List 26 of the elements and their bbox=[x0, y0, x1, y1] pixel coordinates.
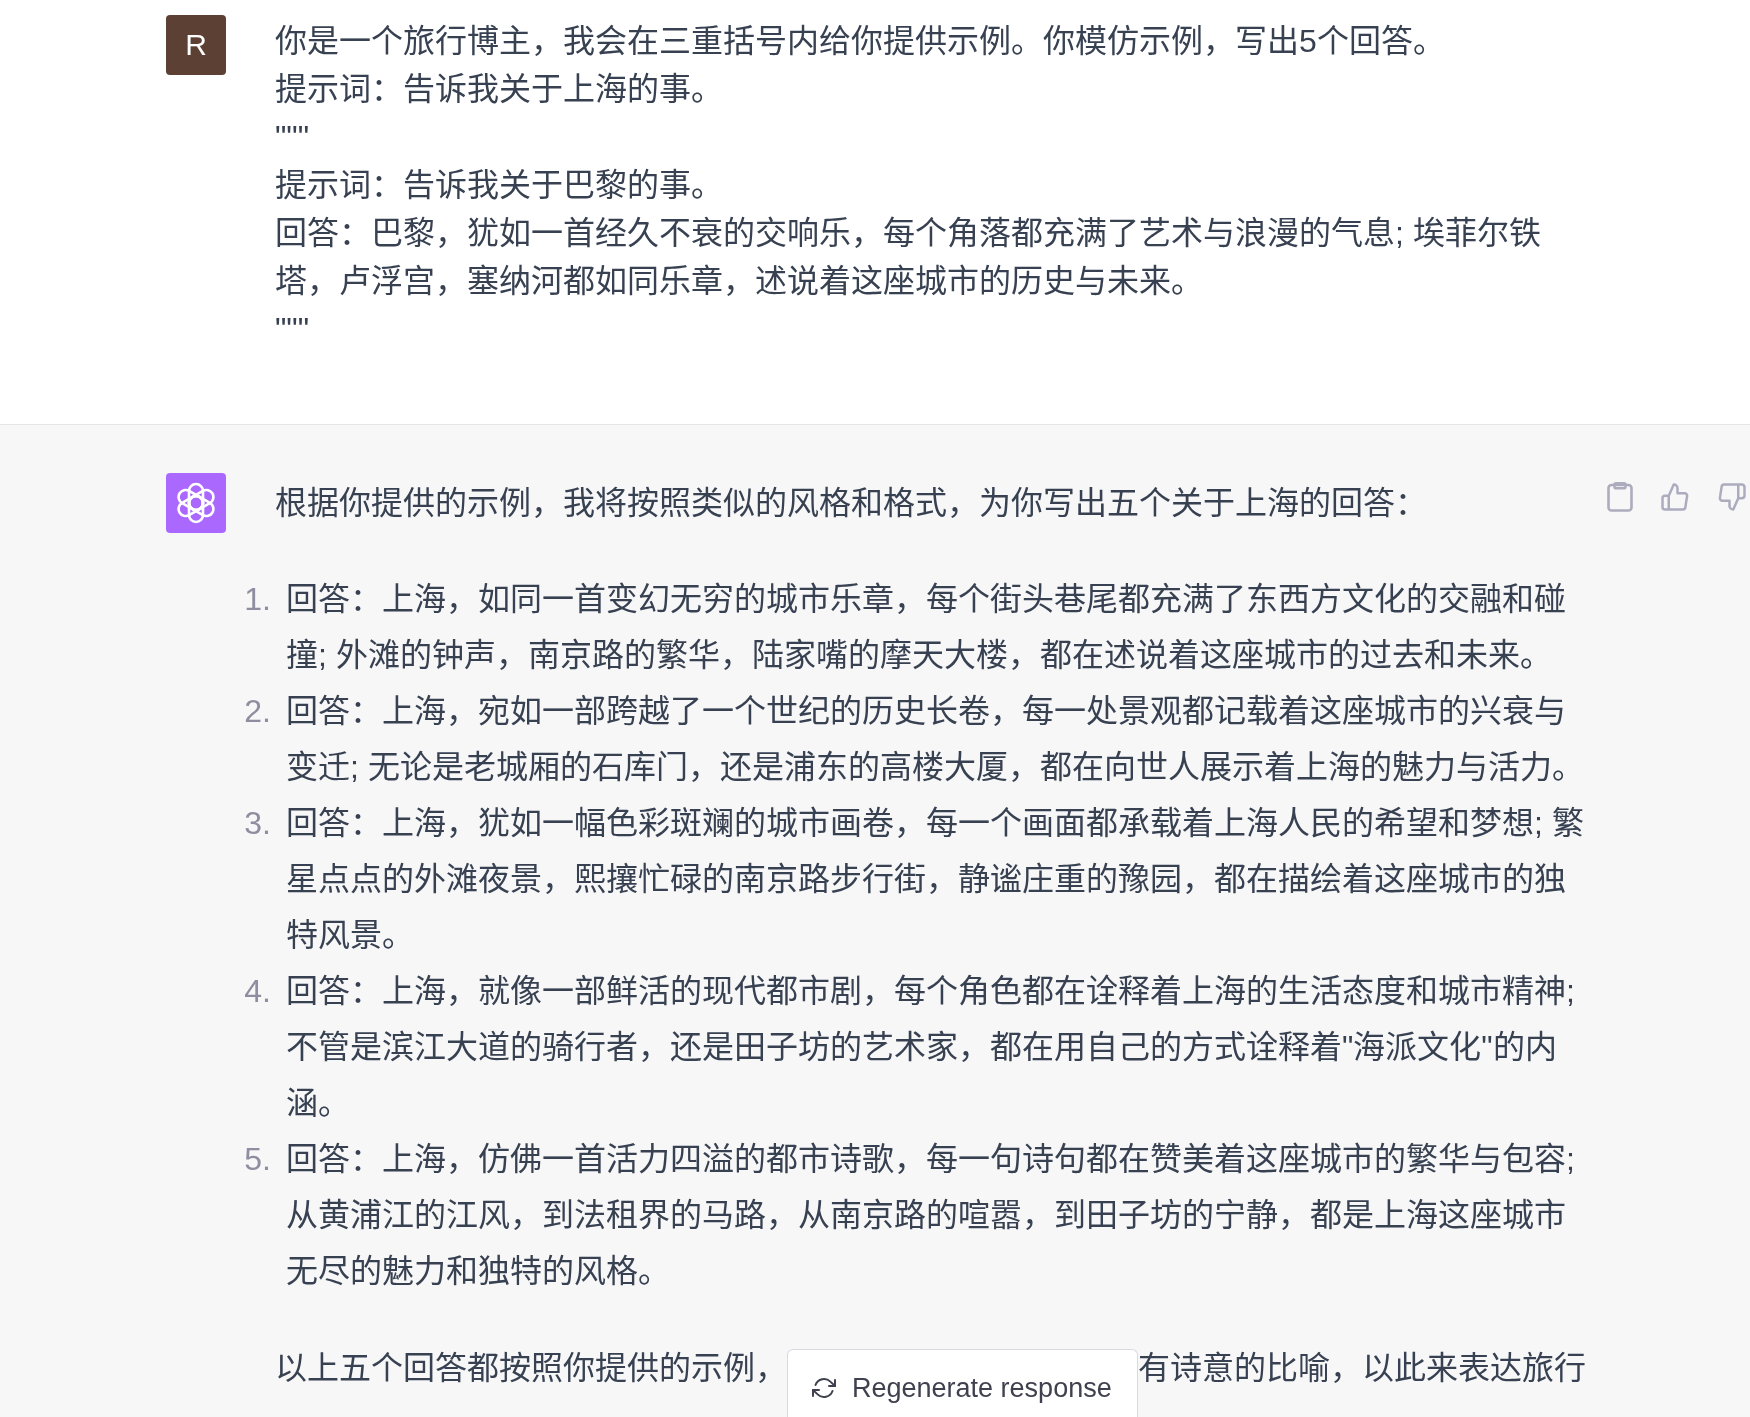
message-line: 你是一个旅行博主，我会在三重括号内给你提供示例。你模仿示例，写出5个回答。 bbox=[275, 22, 1446, 61]
answer-text: 回答：上海，仿佛一首活力四溢的都市诗歌，每一句诗句都在赞美着这座城市的繁华与包容; 从黄浦江的江风，到法租界的马路，从南京路的喧嚣，到田子坊的宁静，都是上海这座城市无尽的魅力和独特的风格。 bbox=[286, 1140, 1576, 1291]
response-intro: 根据你提供的示例，我将按照类似的风格和格式，为你写出五个关于上海的回答： bbox=[275, 484, 1428, 523]
message-line: 提示词：告诉我关于巴黎的事。 bbox=[275, 166, 724, 205]
thumbs-up-icon[interactable] bbox=[1660, 482, 1690, 512]
message-line: 回答：巴黎，犹如一首经久不衰的交响乐，每个角落都充满了艺术与浪漫的气息; 埃菲尔铁塔，卢浮宫，塞纳河都如同乐章，述说着这座城市的历史与未来。 bbox=[275, 214, 1542, 301]
closing-text: 以上五个回答都按照你提供的示例， bbox=[275, 1349, 787, 1388]
message-line: """ bbox=[275, 310, 311, 349]
message-line: """ bbox=[275, 118, 311, 157]
user-avatar: R bbox=[166, 15, 226, 75]
message-line: 提示词：告诉我关于上海的事。 bbox=[275, 70, 724, 109]
list-number: 5. bbox=[243, 1140, 271, 1179]
list-number: 1. bbox=[243, 580, 271, 619]
list-number: 4. bbox=[243, 972, 271, 1011]
answer-text: 回答：上海，犹如一幅色彩斑斓的城市画卷，每一个画面都承载着上海人民的希望和梦想; 繁星点点的外滩夜景，熙攘忙碌的南京路步行街，静谧庄重的豫园，都在描绘着这座城市的独特风景。 bbox=[286, 804, 1585, 955]
list-number: 2. bbox=[243, 692, 271, 731]
answer-text: 回答：上海，就像一部鲜活的现代都市剧，每个角色都在诠释着上海的生活态度和城市精神; 不管是滨江大道的骑行者，还是田子坊的艺术家，都在用自己的方式诠释着"海派文化"的内涵。 bbox=[286, 972, 1576, 1123]
clipboard-icon[interactable] bbox=[1607, 482, 1633, 512]
thumbs-down-icon[interactable] bbox=[1717, 482, 1747, 512]
refresh-icon bbox=[812, 1376, 836, 1400]
regenerate-button[interactable]: Regenerate response bbox=[787, 1349, 1138, 1417]
answer-text: 回答：上海，如同一首变幻无穷的城市乐章，每个街头巷尾都充满了东西方文化的交融和碰撞; 外滩的钟声，南京路的繁华，陆家嘴的摩天大楼，都在述说着这座城市的过去和未来。 bbox=[286, 580, 1567, 675]
list-number: 3. bbox=[243, 804, 271, 843]
closing-text: 有诗意的比喻，以此来表达旅行 bbox=[1137, 1349, 1586, 1388]
logo-icon bbox=[166, 473, 226, 533]
answer-text: 回答：上海，宛如一部跨越了一个世纪的历史长卷，每一处景观都记载着这座城市的兴衰与变迁; 无论是老城厢的石库门，还是浦东的高楼大厦，都在向世人展示着上海的魅力与活力。 bbox=[286, 692, 1585, 787]
